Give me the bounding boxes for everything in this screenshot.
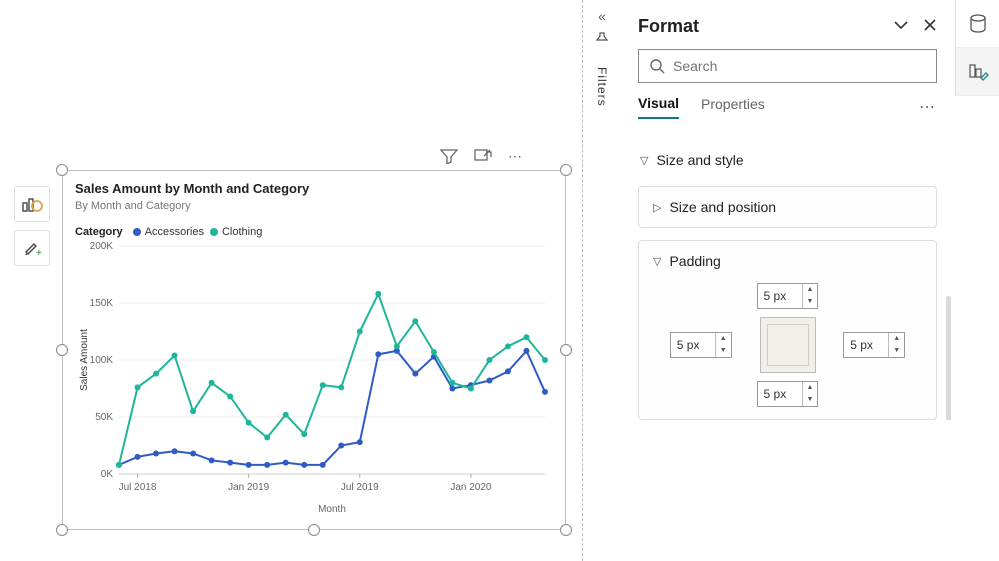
svg-text:100K: 100K [90, 355, 114, 366]
svg-text:Jan 2020: Jan 2020 [450, 482, 492, 493]
chevron-right-icon: ▷ [653, 201, 661, 214]
resize-handle-br[interactable] [560, 524, 572, 536]
resize-handle-ml[interactable] [56, 344, 68, 356]
format-brush-button[interactable]: + [14, 230, 50, 266]
search-icon [649, 58, 665, 74]
svg-text:0K: 0K [101, 469, 114, 480]
legend-item-clothing[interactable]: Clothing [210, 226, 262, 238]
tab-visual[interactable]: Visual [638, 95, 679, 119]
svg-text:200K: 200K [90, 241, 114, 252]
resize-handle-bc[interactable] [308, 524, 320, 536]
chart-subtitle: By Month and Category [75, 200, 553, 212]
padding-right-input[interactable]: 5 px▲▼ [843, 332, 905, 358]
padding-bottom-input[interactable]: 5 px▲▼ [757, 381, 819, 407]
svg-text:Jan 2019: Jan 2019 [228, 482, 270, 493]
chart-legend: Category Accessories Clothing [75, 226, 553, 238]
format-brush-icon: + [21, 237, 43, 259]
padding-top-input[interactable]: 5 px▲▼ [757, 283, 819, 309]
format-tabs: Visual Properties ⋯ [620, 95, 955, 126]
legend-dot-icon [210, 228, 218, 236]
svg-text:150K: 150K [90, 298, 114, 309]
tabs-more-icon[interactable]: ⋯ [919, 97, 937, 117]
chart-title: Sales Amount by Month and Category [75, 181, 553, 196]
svg-text:Sales Amount: Sales Amount [79, 329, 90, 391]
chart-plot: 0K 50K 100K 150K 200K Jul 2018 Jan 2019 Jul 201… [75, 238, 555, 518]
step-down-icon[interactable]: ▼ [889, 345, 904, 357]
step-down-icon[interactable]: ▼ [716, 345, 731, 357]
filters-speaker-icon[interactable] [594, 30, 610, 51]
visual-header: ⋯ [440, 148, 524, 169]
collapse-filters-icon[interactable]: « [592, 8, 612, 24]
filters-label[interactable]: Filters [595, 67, 609, 107]
section-size-style[interactable]: ▽Size and style [638, 146, 937, 174]
section-padding-header[interactable]: ▽Padding [653, 253, 922, 269]
scrollbar[interactable] [946, 296, 951, 420]
step-down-icon[interactable]: ▼ [803, 394, 818, 406]
padding-preview-box [760, 317, 816, 373]
svg-text:Jul 2018: Jul 2018 [119, 482, 157, 493]
legend-title: Category [75, 226, 123, 238]
chart-types-icon [21, 193, 43, 215]
right-icon-rail [955, 0, 999, 96]
section-padding: ▽Padding 5 px▲▼ 5 px▲▼ 5 px▲▼ 5 px▲▼ [638, 240, 937, 420]
resize-handle-bl[interactable] [56, 524, 68, 536]
resize-handle-tr[interactable] [560, 164, 572, 176]
chevron-down-icon: ▽ [640, 154, 648, 167]
pane-divider[interactable] [582, 0, 583, 561]
step-up-icon[interactable]: ▲ [803, 284, 818, 296]
close-icon[interactable] [923, 18, 937, 35]
data-pane-button[interactable] [956, 0, 999, 48]
visual-types-button[interactable] [14, 186, 50, 222]
format-search[interactable] [638, 49, 937, 83]
tab-properties[interactable]: Properties [701, 96, 765, 118]
resize-handle-mr[interactable] [560, 344, 572, 356]
section-size-position[interactable]: ▷Size and position [638, 186, 937, 228]
step-up-icon[interactable]: ▲ [803, 382, 818, 394]
search-input[interactable] [673, 58, 926, 74]
chart-visual[interactable]: Sales Amount by Month and Category By Mo… [62, 170, 566, 530]
svg-text:Jul 2019: Jul 2019 [341, 482, 379, 493]
step-down-icon[interactable]: ▼ [803, 296, 818, 308]
svg-text:Month: Month [318, 504, 346, 515]
filter-icon[interactable] [440, 148, 458, 169]
format-pane-button[interactable] [956, 48, 999, 96]
expand-icon[interactable] [893, 18, 909, 35]
svg-text:50K: 50K [95, 412, 113, 423]
format-pane-title: Format [638, 16, 699, 37]
format-pane: Format Visual Properties ⋯ ▽Size and sty… [620, 0, 955, 561]
chevron-down-icon: ▽ [653, 255, 661, 268]
resize-handle-tl[interactable] [56, 164, 68, 176]
more-options-icon[interactable]: ⋯ [508, 148, 524, 169]
focus-mode-icon[interactable] [474, 148, 492, 169]
left-toolbar: + [14, 186, 50, 266]
step-up-icon[interactable]: ▲ [716, 333, 731, 345]
svg-text:+: + [36, 248, 42, 259]
step-up-icon[interactable]: ▲ [889, 333, 904, 345]
padding-left-input[interactable]: 5 px▲▼ [670, 332, 732, 358]
legend-dot-icon [133, 228, 141, 236]
filters-rail: « Filters [592, 8, 612, 107]
legend-item-accessories[interactable]: Accessories [133, 226, 204, 238]
